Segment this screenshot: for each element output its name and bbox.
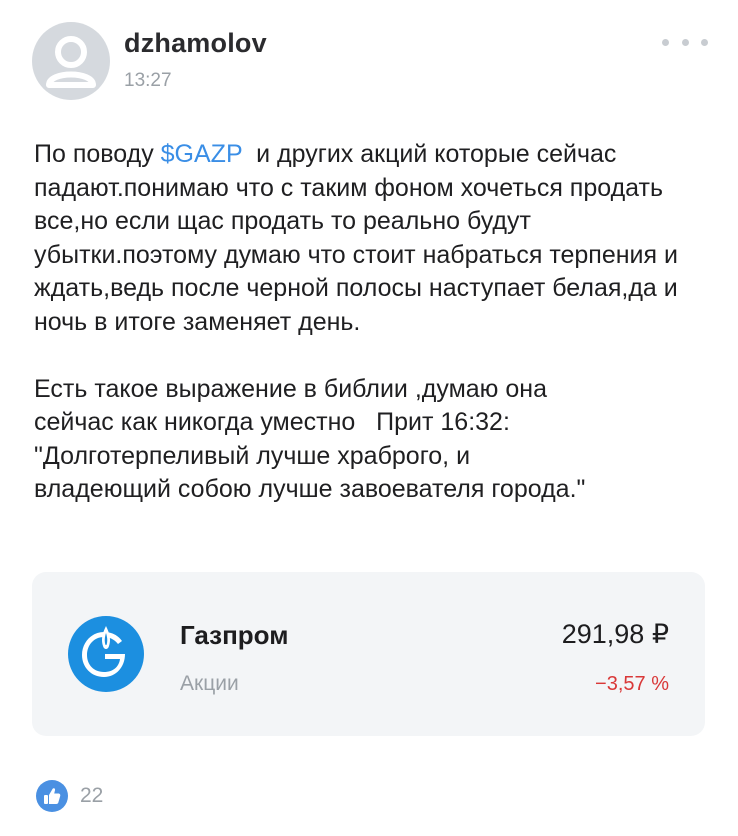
- post: dzhamolov 13:27 По поводу $GAZP и других…: [0, 0, 738, 836]
- post-body: По поводу $GAZP и других акций которые с…: [34, 138, 704, 507]
- price-change: −3,57 %: [595, 673, 669, 695]
- author-name[interactable]: dzhamolov: [124, 28, 267, 59]
- post-time: 13:27: [124, 70, 172, 91]
- gazprom-logo-icon: [68, 616, 144, 692]
- instrument-price: 291,98 ₽: [561, 619, 669, 649]
- like-button[interactable]: 22: [36, 780, 103, 812]
- paragraph-line: "Долготерпеливый лучше храброго, и: [34, 441, 471, 470]
- post-paragraph: Есть такое выражение в библии ,думаю она…: [34, 373, 704, 507]
- avatar[interactable]: [32, 22, 110, 100]
- instrument-card[interactable]: Газпром Акции 291,98 ₽ −3,57 %: [32, 572, 705, 736]
- ticker-link[interactable]: $GAZP: [161, 140, 243, 168]
- post-paragraph: По поводу $GAZP и других акций которые с…: [34, 138, 704, 340]
- paragraph-text: и других акций которые сейчас падают.пон…: [34, 140, 685, 336]
- instrument-type: Акции: [180, 672, 239, 695]
- like-count: 22: [80, 784, 104, 807]
- thumbs-up-icon: [36, 780, 68, 812]
- paragraph-line: Есть такое выражение в библии ,думаю она: [34, 374, 547, 403]
- paragraph-text: По поводу: [34, 140, 161, 168]
- paragraph-line: владеющий собою лучше завоевателя города…: [34, 475, 586, 504]
- instrument-name: Газпром: [180, 620, 289, 650]
- more-options-button[interactable]: [662, 30, 708, 54]
- more-dot-icon: [681, 38, 689, 46]
- user-placeholder-icon: [46, 36, 96, 88]
- more-dot-icon: [701, 38, 708, 46]
- more-dot-icon: [662, 38, 669, 46]
- paragraph-line: сейчас как никогда уместно Прит 16:32:: [34, 408, 510, 437]
